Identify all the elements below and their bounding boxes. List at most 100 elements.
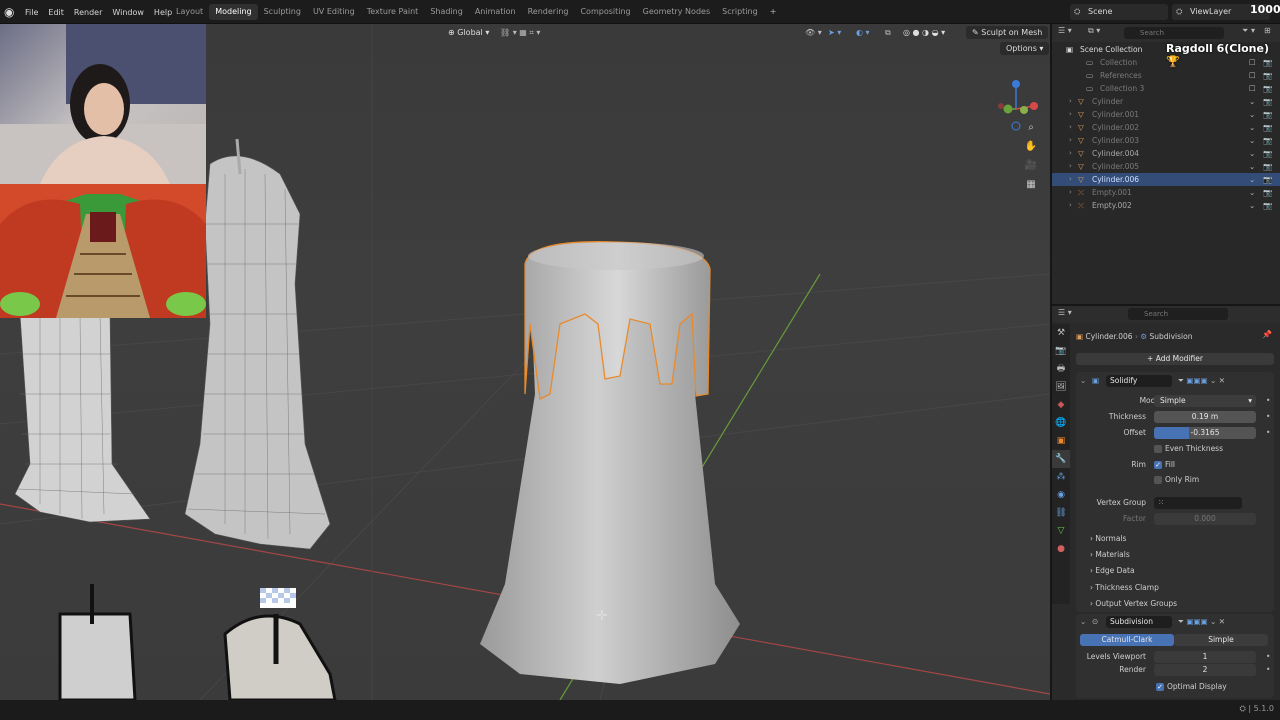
tab-shading[interactable]: Shading xyxy=(424,4,469,20)
object-tab-icon[interactable]: ▣ xyxy=(1052,432,1070,450)
pan-hand-icon[interactable]: ✋ xyxy=(1022,138,1040,156)
eye-icon[interactable]: ⌄ xyxy=(1249,147,1255,160)
collapse-chevron-icon[interactable]: ⌄ xyxy=(1080,374,1086,387)
outliner-item[interactable]: ▭ Collection 3 ☐ 📷 xyxy=(1052,82,1280,95)
material-tab-icon[interactable]: ● xyxy=(1052,540,1070,558)
exclude-checkbox-icon[interactable]: ☐ xyxy=(1249,69,1256,82)
subpanel-edge-data[interactable]: › Edge Data xyxy=(1090,564,1135,577)
menu-render[interactable]: Render xyxy=(69,8,107,17)
outliner-item[interactable]: › ⤬ Empty.001 ⌄ 📷 xyxy=(1052,186,1280,199)
animate-dot-icon[interactable]: • xyxy=(1266,663,1270,676)
outliner-item[interactable]: › ▽ Cylinder.002 ⌄ 📷 xyxy=(1052,121,1280,134)
tab-sculpting[interactable]: Sculpting xyxy=(258,4,307,20)
subpanel-thickness-clamp[interactable]: › Thickness Clamp xyxy=(1090,581,1159,594)
outliner-item[interactable]: › ▽ Cylinder.003 ⌄ 📷 xyxy=(1052,134,1280,147)
camera-icon[interactable]: 📷 xyxy=(1263,108,1272,121)
eye-icon[interactable]: ⌄ xyxy=(1249,160,1255,173)
editor-type-icon[interactable]: ☰ ▾ xyxy=(1058,26,1072,35)
display-mode-icon[interactable]: ⧉ ▾ xyxy=(1088,26,1100,36)
camera-icon[interactable]: 📷 xyxy=(1263,95,1272,108)
options-button[interactable]: Options ▾ xyxy=(1000,42,1050,55)
expand-chevron-icon[interactable]: › xyxy=(1069,95,1072,108)
expand-chevron-icon[interactable]: › xyxy=(1069,160,1072,173)
orientation-dropdown[interactable]: ⊕ Global ▾ xyxy=(448,26,489,39)
simple-tab[interactable]: Simple xyxy=(1174,634,1268,646)
tab-geometry-nodes[interactable]: Geometry Nodes xyxy=(637,4,716,20)
collapse-chevron-icon[interactable]: ⌄ xyxy=(1080,615,1086,628)
expand-chevron-icon[interactable]: › xyxy=(1069,186,1072,199)
camera-icon[interactable]: 📷 xyxy=(1263,121,1272,134)
render-levels-field[interactable]: 2 xyxy=(1154,664,1256,676)
tab-compositing[interactable]: Compositing xyxy=(574,4,636,20)
properties-search-input[interactable]: Search xyxy=(1128,308,1228,320)
add-modifier-button[interactable]: + Add Modifier xyxy=(1076,353,1274,365)
catmull-clark-tab[interactable]: Catmull-Clark xyxy=(1080,634,1174,646)
new-collection-icon[interactable]: ⊞ xyxy=(1264,26,1271,35)
camera-icon[interactable]: 📷 xyxy=(1263,134,1272,147)
eye-icon[interactable]: ⌄ xyxy=(1249,108,1255,121)
modifier-toggles-icon[interactable]: ⏷ ▣▣▣ ⌄ ✕ xyxy=(1178,615,1225,628)
filter-icon[interactable]: ⏷ ▾ xyxy=(1242,26,1255,36)
outliner-search-input[interactable]: Search xyxy=(1124,27,1224,39)
tab-uv-editing[interactable]: UV Editing xyxy=(307,4,361,20)
camera-icon[interactable]: 🎥 xyxy=(1022,157,1040,175)
camera-icon[interactable]: 📷 xyxy=(1263,82,1272,95)
view-layer-tab-icon[interactable]: 🖼 xyxy=(1052,378,1070,396)
physics-tab-icon[interactable]: ◉ xyxy=(1052,486,1070,504)
tab-scripting[interactable]: Scripting xyxy=(716,4,764,20)
outliner-item[interactable]: › ▽ Cylinder.005 ⌄ 📷 xyxy=(1052,160,1280,173)
expand-chevron-icon[interactable]: › xyxy=(1069,199,1072,212)
tab-layout[interactable]: Layout xyxy=(170,4,209,20)
data-tab-icon[interactable]: ▽ xyxy=(1052,522,1070,540)
expand-chevron-icon[interactable]: › xyxy=(1069,121,1072,134)
solidify-name-field[interactable]: Solidify xyxy=(1106,375,1172,387)
eye-icon[interactable]: ⌄ xyxy=(1249,95,1255,108)
tab-rendering[interactable]: Rendering xyxy=(522,4,575,20)
scene-tab-icon[interactable]: ◆ xyxy=(1052,396,1070,414)
tool-tab-icon[interactable]: ⚒ xyxy=(1052,324,1070,342)
eye-icon[interactable]: ⌄ xyxy=(1249,121,1255,134)
menu-window[interactable]: Window xyxy=(107,8,149,17)
tab-modeling[interactable]: Modeling xyxy=(209,4,258,20)
pin-icon[interactable]: 📌 xyxy=(1262,330,1272,339)
candle-selected[interactable]: ✛ xyxy=(480,241,740,684)
expand-chevron-icon[interactable]: › xyxy=(1069,108,1072,121)
thickness-field[interactable]: 0.19 m xyxy=(1154,411,1256,423)
modifier-tab-icon[interactable]: 🔧 xyxy=(1052,450,1070,468)
world-tab-icon[interactable]: 🌐 xyxy=(1052,414,1070,432)
output-tab-icon[interactable]: 🖶 xyxy=(1052,360,1070,378)
factor-field[interactable]: 0.000 xyxy=(1154,513,1256,525)
snap-icon[interactable]: ⛓ ▾ ▦ ⌗ ▾ xyxy=(500,26,540,39)
overlay-icon[interactable]: ◐ ▾ xyxy=(856,26,870,39)
expand-chevron-icon[interactable]: › xyxy=(1069,134,1072,147)
camera-icon[interactable]: 📷 xyxy=(1263,186,1272,199)
camera-icon[interactable]: 📷 xyxy=(1263,199,1272,212)
shading-modes-icon[interactable]: ◎ ● ◑ ◒ ▾ xyxy=(903,26,945,39)
subdivision-name-field[interactable]: Subdivision xyxy=(1106,616,1172,628)
outliner-item[interactable]: › ⤬ Empty.002 ⌄ 📷 xyxy=(1052,199,1280,212)
optimal-display-checkbox[interactable]: ✓ Optimal Display xyxy=(1156,680,1227,693)
render-tab-icon[interactable]: 📷 xyxy=(1052,342,1070,360)
outliner-item[interactable]: › ▽ Cylinder.001 ⌄ 📷 xyxy=(1052,108,1280,121)
add-workspace-icon[interactable]: + xyxy=(764,4,783,20)
even-thickness-checkbox[interactable]: Even Thickness xyxy=(1154,442,1223,455)
editor-type-icon[interactable]: ☰ ▾ xyxy=(1058,308,1072,317)
eye-icon[interactable]: ⌄ xyxy=(1249,134,1255,147)
tab-animation[interactable]: Animation xyxy=(469,4,522,20)
visibility-icon[interactable]: 👁 ▾ xyxy=(805,26,822,39)
camera-icon[interactable]: 📷 xyxy=(1263,69,1272,82)
mode-dropdown[interactable]: Simple ▾ xyxy=(1154,395,1256,407)
eye-icon[interactable]: ⌄ xyxy=(1249,186,1255,199)
gizmo-icon[interactable]: ➤ ▾ xyxy=(828,26,841,39)
modifier-toggles-icon[interactable]: ⏷ ▣▣▣ ⌄ ✕ xyxy=(1178,374,1225,387)
zoom-icon[interactable]: ⌕ xyxy=(1022,119,1040,137)
outliner-item[interactable]: › ▽ Cylinder.006 ⌄ 📷 xyxy=(1052,173,1280,186)
blender-logo-icon[interactable]: ◉ xyxy=(4,5,18,19)
animate-dot-icon[interactable]: • xyxy=(1266,650,1270,663)
scene-field[interactable]: Scene xyxy=(1070,4,1168,20)
sculpt-on-mesh-button[interactable]: ✎ Sculpt on Mesh xyxy=(966,26,1049,39)
outliner-item[interactable]: › ▽ Cylinder ⌄ 📷 xyxy=(1052,95,1280,108)
animate-dot-icon[interactable]: • xyxy=(1266,426,1270,439)
tab-texture-paint[interactable]: Texture Paint xyxy=(361,4,425,20)
vertex-group-field[interactable]: ⁙ xyxy=(1154,497,1242,509)
